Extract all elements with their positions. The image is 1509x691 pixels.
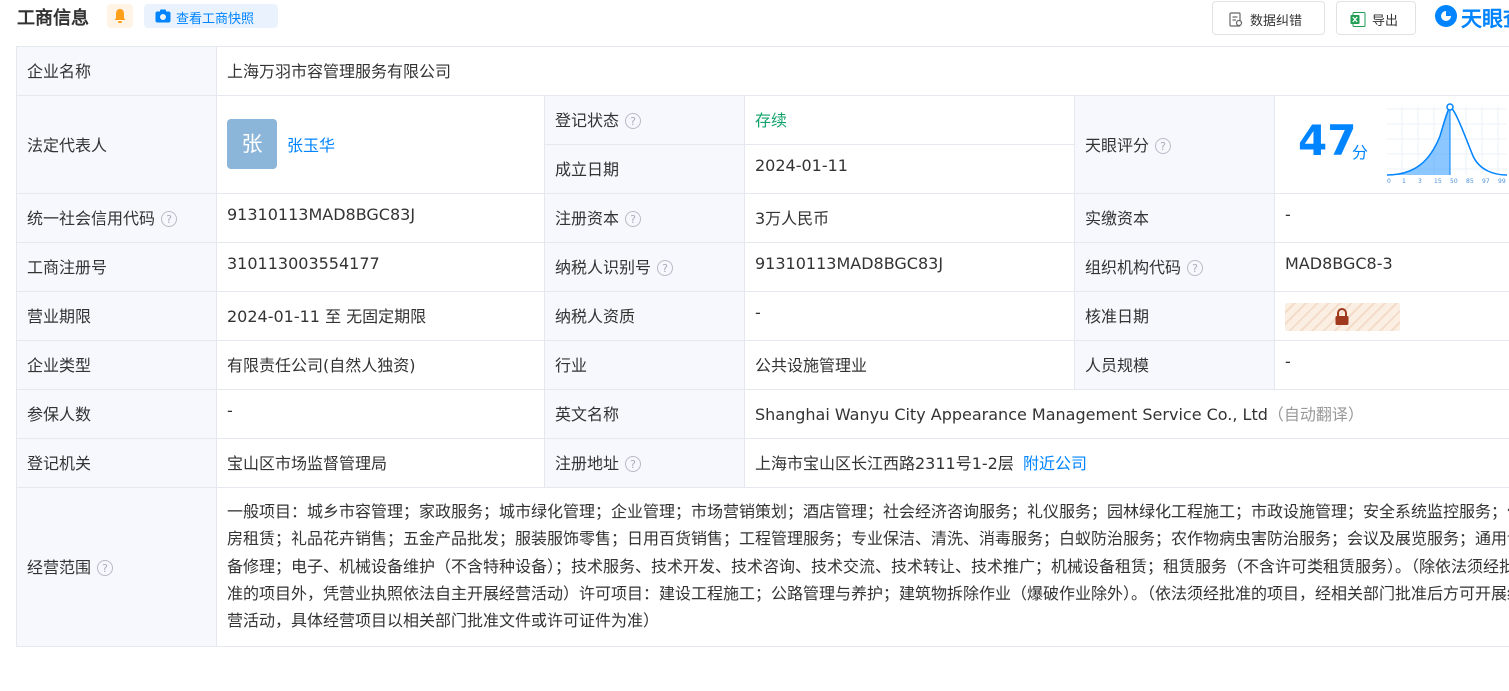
avatar[interactable]: 张 (227, 119, 277, 169)
taxpayer-id-label-wrap: 纳税人识别号? (555, 254, 674, 278)
org-code-label-wrap: 组织机构代码? (1085, 254, 1204, 278)
term-value: 2024-01-11 至 无固定期限 (227, 307, 427, 326)
term-label: 营业期限 (27, 307, 92, 326)
divider (16, 242, 1509, 243)
en-name-value: Shanghai Wanyu City Appearance Managemen… (755, 405, 1268, 424)
approval-date-label: 核准日期 (1085, 307, 1150, 326)
taxpayer-id-label: 纳税人识别号 (555, 258, 652, 277)
score-chart-tick: 3 (1418, 178, 1422, 185)
credit-code-label-wrap: 统一社会信用代码? (27, 205, 178, 229)
scope-label: 经营范围 (27, 558, 92, 577)
question-circle-icon[interactable]: ? (1187, 260, 1204, 276)
type-value: 有限责任公司(自然人独资) (227, 356, 416, 375)
org-code-label: 组织机构代码 (1085, 258, 1182, 277)
company-name-value: 上海万羽市容管理服务有限公司 (227, 62, 452, 81)
divider (16, 291, 1509, 292)
en-name-note: （自动翻译） (1267, 405, 1364, 424)
est-date-value: 2024-01-11 (755, 156, 848, 175)
staff-value: - (1285, 352, 1291, 371)
taxpayer-id-value: 91310113MAD8BGC83J (755, 254, 944, 273)
scope-value: 一般项目：城乡市容管理；家政服务；城市绿化管理；企业管理；市场营销策划；酒店管理… (227, 502, 1509, 631)
nearby-companies-link[interactable]: 附近公司 (1023, 454, 1087, 473)
paid-capital-label: 实缴资本 (1085, 209, 1150, 228)
est-date-label: 成立日期 (555, 160, 620, 179)
score-chart-tick: 99 (1498, 178, 1506, 185)
divider (16, 46, 17, 646)
taxpayer-qual-label: 纳税人资质 (555, 307, 636, 326)
status-label-wrap: 登记状态? (555, 107, 642, 131)
divider (744, 95, 745, 487)
staff-label: 人员规模 (1085, 356, 1150, 375)
address-label-wrap: 注册地址? (555, 450, 642, 474)
industry-value: 公共设施管理业 (755, 356, 868, 375)
question-circle-icon[interactable]: ? (657, 260, 674, 276)
question-circle-icon[interactable]: ? (1155, 138, 1172, 154)
question-circle-icon[interactable]: ? (625, 211, 642, 227)
en-name-wrap: Shanghai Wanyu City Appearance Managemen… (755, 401, 1364, 425)
insured-value: - (227, 401, 233, 420)
taxpayer-qual-value: - (755, 303, 761, 322)
score-value[interactable]: 47 (1298, 116, 1356, 166)
lock-icon (1335, 308, 1349, 325)
question-circle-icon[interactable]: ? (97, 560, 114, 576)
industry-label: 行业 (555, 356, 588, 375)
paid-capital-value: - (1285, 205, 1291, 224)
question-circle-icon[interactable]: ? (625, 113, 642, 129)
divider (16, 389, 1509, 390)
reg-capital-value: 3万人民币 (755, 209, 830, 228)
score-chart-tick: 50 (1450, 178, 1458, 185)
score-chart-tick: 85 (1466, 178, 1474, 185)
authority-label: 登记机关 (27, 454, 92, 473)
reg-capital-label: 注册资本 (555, 209, 620, 228)
score-label: 天眼评分 (1085, 136, 1150, 155)
status-badge: 存续 (755, 111, 788, 130)
score-chart-tick: 1 (1402, 178, 1406, 185)
divider (544, 95, 545, 487)
insured-label: 参保人数 (27, 405, 92, 424)
address-value: 上海市宝山区长江西路2311号1-2层 (755, 454, 1014, 473)
en-name-label: 英文名称 (555, 405, 620, 424)
reg-no-value: 310113003554177 (227, 254, 380, 273)
address-wrap: 上海市宝山区长江西路2311号1-2层 附近公司 (755, 450, 1087, 474)
scope-clip: 一般项目：城乡市容管理；家政服务；城市绿化管理；企业管理；市场营销策划；酒店管理… (217, 488, 1509, 646)
credit-code-value: 91310113MAD8BGC83J (227, 205, 416, 224)
score-chart-tick: 0 (1387, 178, 1391, 185)
reg-no-label: 工商注册号 (27, 258, 108, 277)
divider (16, 340, 1509, 341)
score-distribution-chart: 0 1 3 15 50 85 97 99 (1386, 103, 1508, 185)
address-label: 注册地址 (555, 454, 620, 473)
divider (16, 46, 1509, 47)
company-name-label: 企业名称 (27, 62, 92, 81)
divider (544, 144, 1074, 145)
authority-value: 宝山区市场监督管理局 (227, 454, 388, 473)
locked-approval-date[interactable] (1285, 303, 1400, 331)
credit-code-label: 统一社会信用代码 (27, 209, 156, 228)
reg-capital-label-wrap: 注册资本? (555, 205, 642, 229)
question-circle-icon[interactable]: ? (161, 211, 178, 227)
score-label-wrap: 天眼评分? (1085, 132, 1172, 156)
divider (16, 646, 1509, 647)
legal-rep-link[interactable]: 张玉华 (287, 132, 335, 156)
divider (16, 95, 1509, 96)
legal-rep-label: 法定代表人 (27, 136, 108, 155)
score-chart-tick: 15 (1434, 178, 1442, 185)
divider (1274, 95, 1275, 389)
score-chart-tick: 97 (1482, 178, 1490, 185)
divider (16, 193, 1509, 194)
scope-label-wrap: 经营范围? (27, 554, 114, 578)
question-circle-icon[interactable]: ? (625, 456, 642, 472)
org-code-value: MAD8BGC8-3 (1285, 254, 1393, 273)
divider (1074, 95, 1075, 389)
divider (16, 438, 1509, 439)
status-label: 登记状态 (555, 111, 620, 130)
type-label: 企业类型 (27, 356, 92, 375)
score-unit: 分 (1352, 143, 1369, 162)
